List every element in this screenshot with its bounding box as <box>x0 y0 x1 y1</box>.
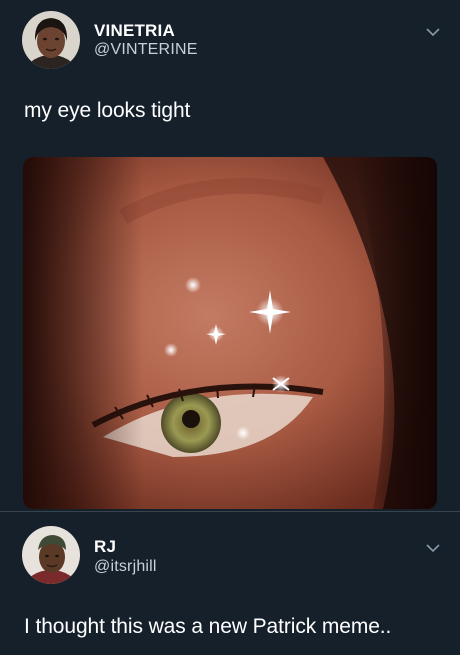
eye-photo <box>23 157 437 509</box>
tweet-text: I thought this was a new Patrick meme.. <box>24 615 392 638</box>
tweet-vinetria[interactable]: VINETRIA @VINTERINE my eye looks tight <box>0 0 460 511</box>
tweet-image[interactable] <box>23 157 437 509</box>
user-handle[interactable]: @itsrjhill <box>94 558 157 576</box>
display-name[interactable]: RJ <box>94 537 116 557</box>
tweet-text: my eye looks tight <box>24 99 191 122</box>
tweet-rj[interactable]: RJ @itsrjhill I thought this was a new P… <box>0 512 460 655</box>
avatar-rj[interactable] <box>22 526 80 584</box>
display-name[interactable]: VINETRIA <box>94 21 175 41</box>
avatar-vinetria[interactable] <box>22 11 80 69</box>
chevron-down-icon[interactable] <box>425 543 441 553</box>
chevron-down-icon[interactable] <box>425 27 441 37</box>
user-handle[interactable]: @VINTERINE <box>94 41 198 59</box>
